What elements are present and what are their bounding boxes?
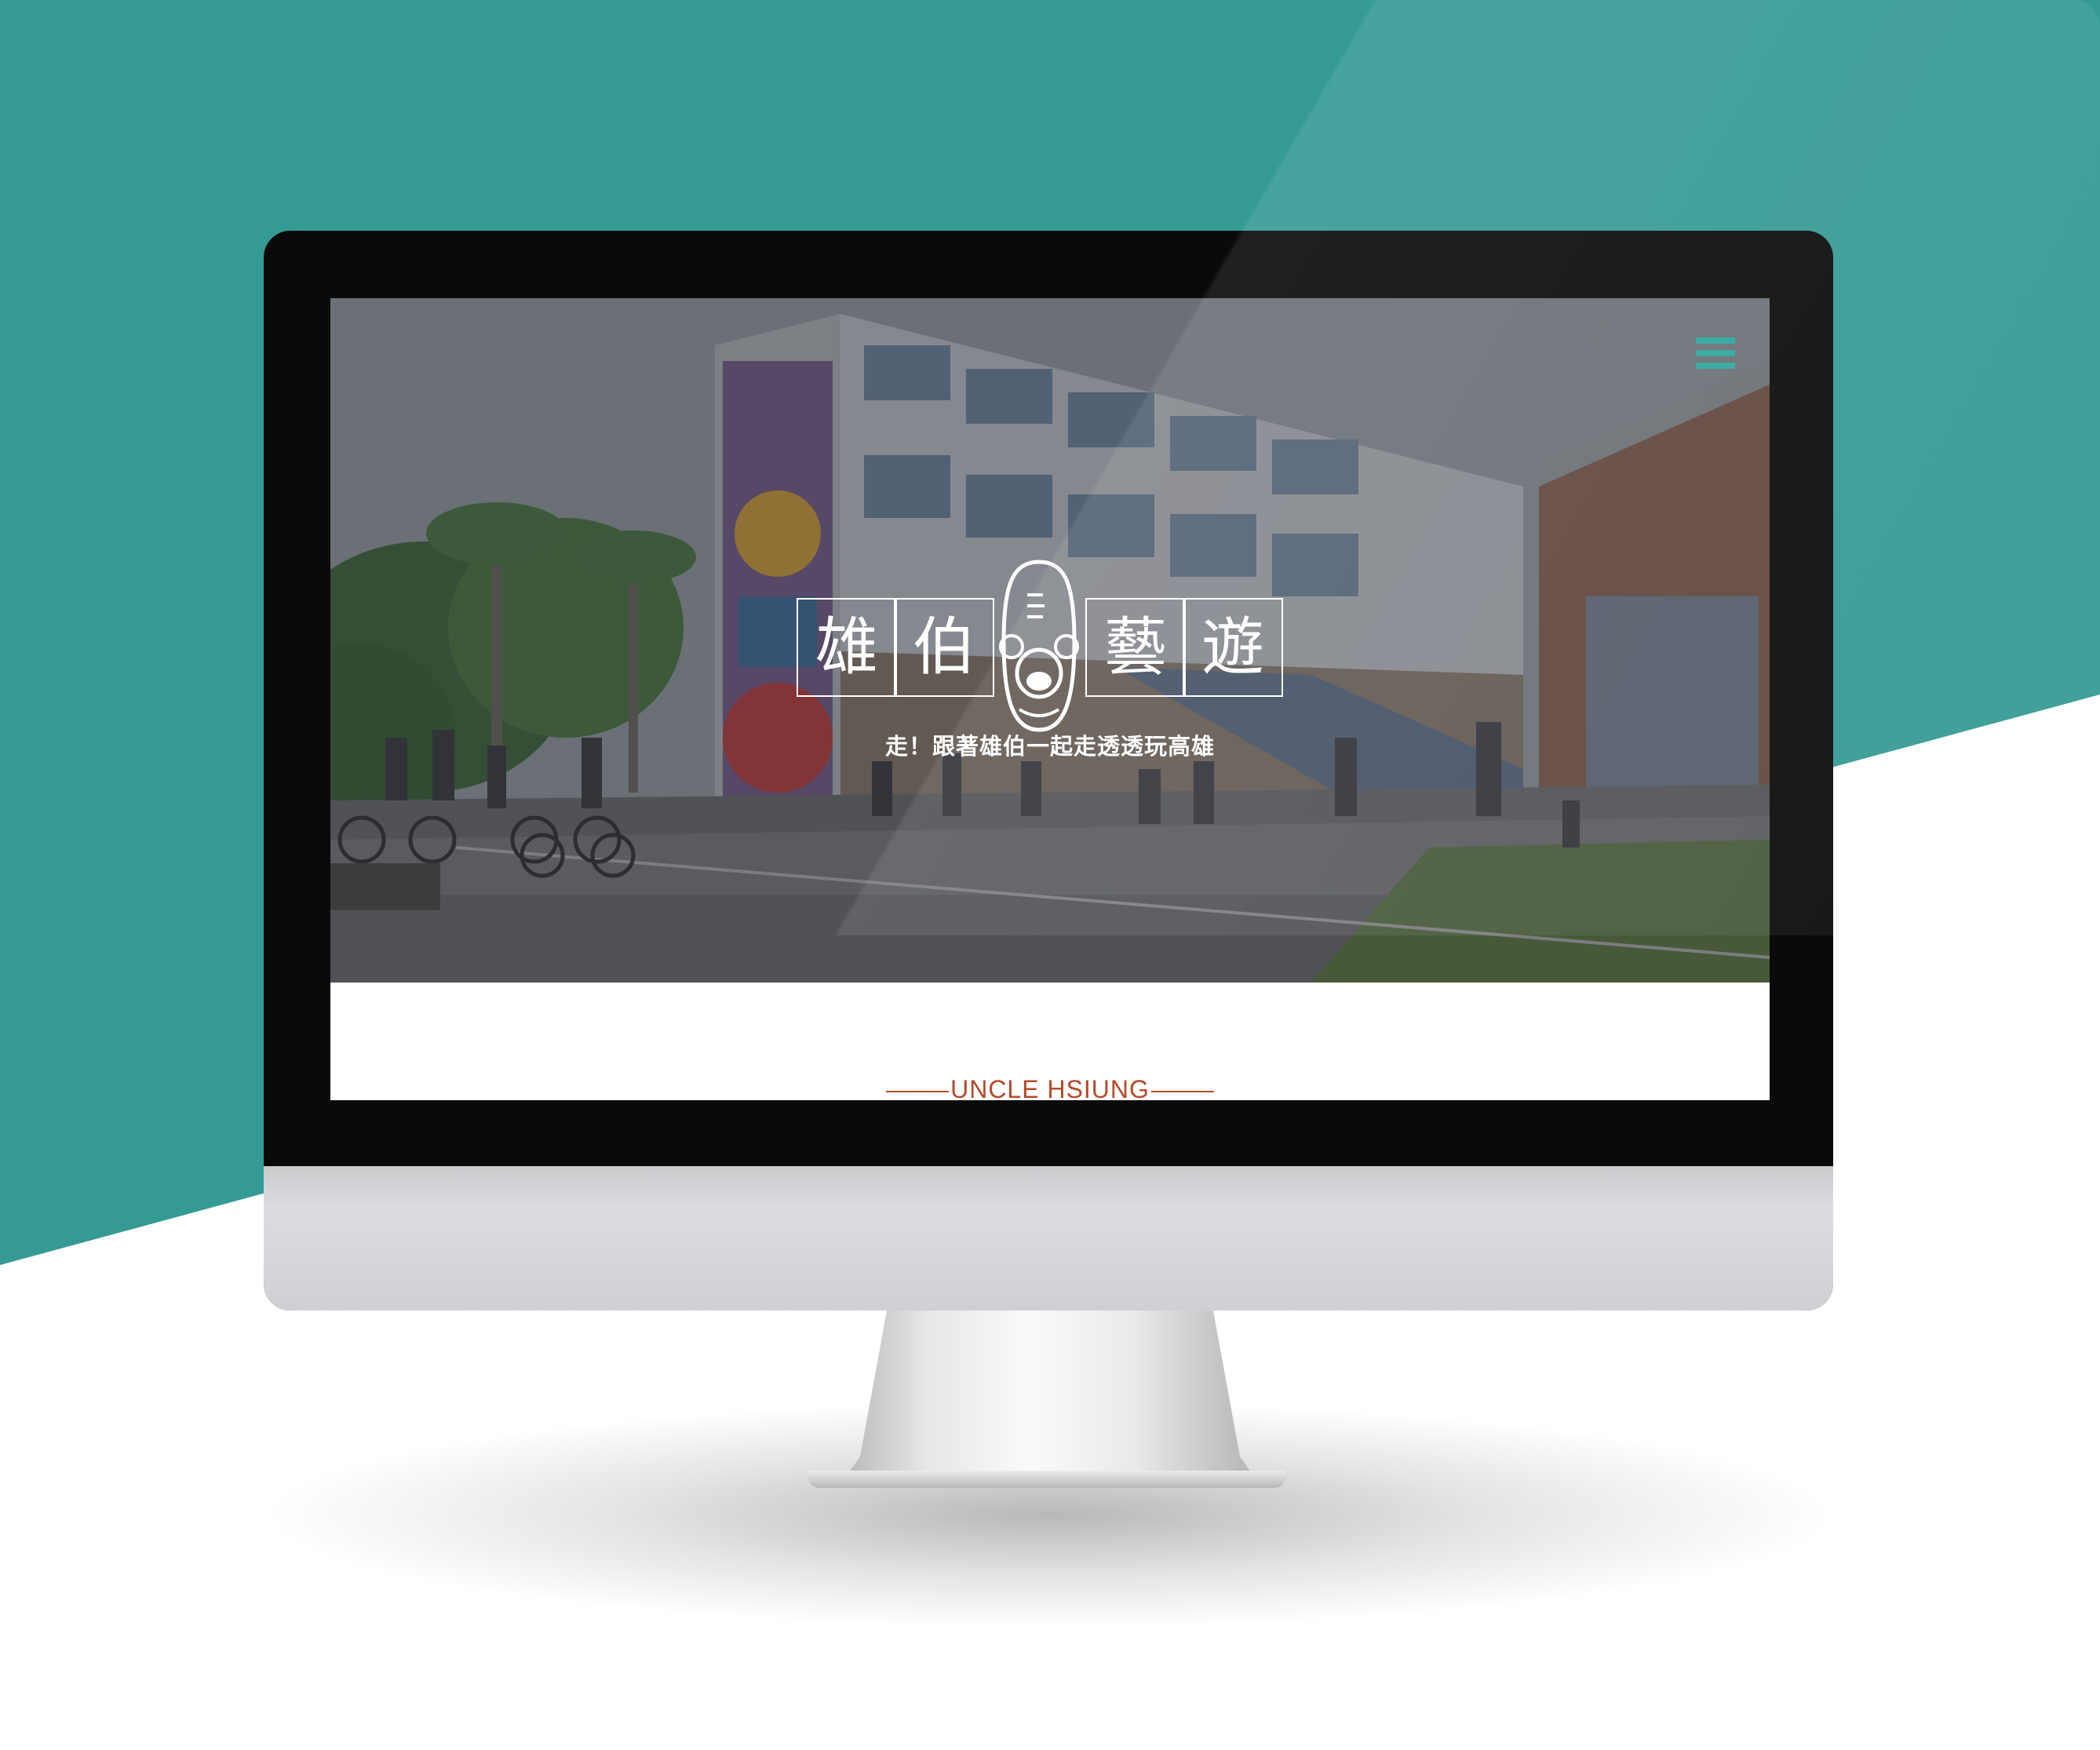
brand-logo: 雄 伯 藝 遊 bbox=[795, 556, 1283, 736]
monitor-chin bbox=[264, 1166, 1833, 1311]
hero-tagline: 走！跟著雄伯一起走透透玩高雄 bbox=[884, 733, 1215, 760]
website-screen: 雄 伯 藝 遊 走！跟著雄伯一起走透透玩高雄 UNCLE HSIUNG bbox=[330, 298, 1770, 1100]
monitor-stand-base bbox=[808, 1471, 1285, 1488]
logo-char-1: 雄 bbox=[797, 598, 897, 697]
hero-banner: 雄 伯 藝 遊 走！跟著雄伯一起走透透玩高雄 bbox=[330, 298, 1770, 983]
logo-char-2: 伯 bbox=[894, 598, 994, 697]
hamburger-menu-icon[interactable] bbox=[1696, 337, 1735, 369]
logo-char-3: 藝 bbox=[1085, 598, 1186, 697]
section-heading: UNCLE HSIUNG bbox=[330, 1075, 1770, 1100]
heading-rule-right bbox=[1150, 1090, 1214, 1092]
section-heading-text: UNCLE HSIUNG bbox=[950, 1075, 1150, 1100]
monitor-stand bbox=[846, 1311, 1254, 1477]
mascot-face-icon bbox=[999, 560, 1079, 732]
logo-char-4: 遊 bbox=[1183, 598, 1283, 697]
heading-rule-left bbox=[886, 1090, 950, 1092]
